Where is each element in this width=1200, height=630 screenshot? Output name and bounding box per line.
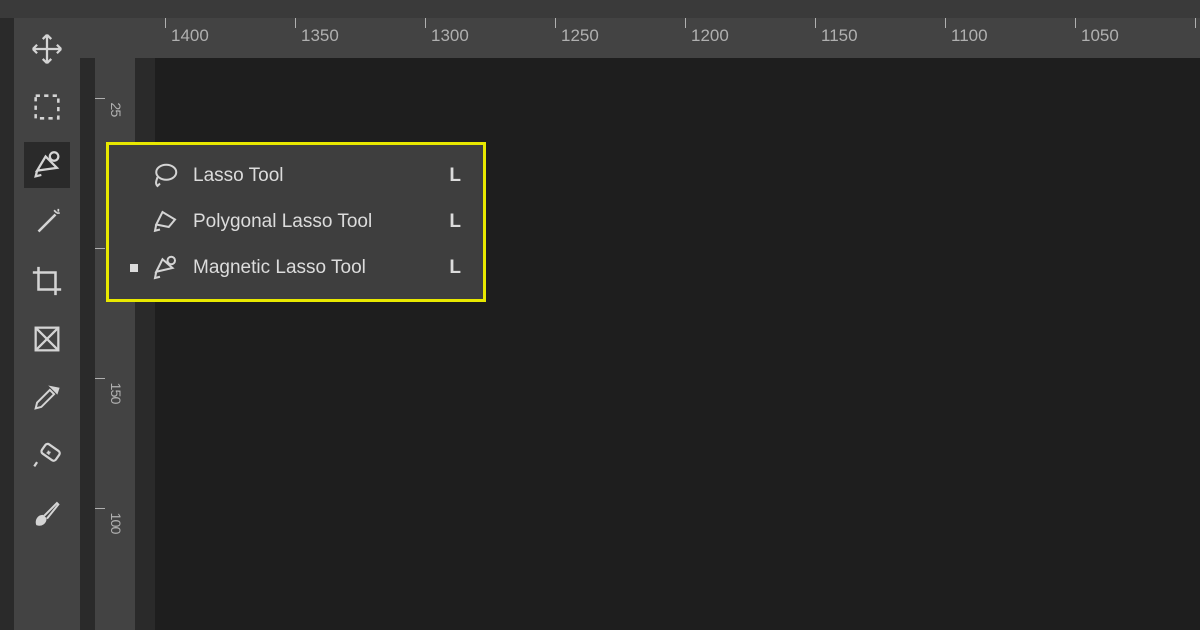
horizontal-ruler[interactable]: 1400 1350 1300 1250 1200 1150 1100 1050 … (95, 18, 1200, 58)
ruler-h-label: 1300 (431, 26, 469, 46)
flyout-selected-indicator (125, 264, 143, 272)
frame-tool[interactable] (24, 316, 70, 362)
ruler-h-label: 1400 (171, 26, 209, 46)
flyout-item-magnetic-lasso[interactable]: Magnetic Lasso Tool L (109, 245, 483, 291)
magic-wand-tool[interactable] (24, 200, 70, 246)
tools-panel (14, 18, 80, 630)
ruler-h-label: 1200 (691, 26, 729, 46)
flyout-item-lasso[interactable]: Lasso Tool L (109, 153, 483, 199)
ruler-h-label: 1100 (951, 26, 988, 46)
lasso-tool-flyout: Lasso Tool L Polygonal Lasso Tool L Magn… (106, 142, 486, 302)
marquee-tool[interactable] (24, 84, 70, 130)
crop-tool[interactable] (24, 258, 70, 304)
healing-brush-tool[interactable] (24, 432, 70, 478)
lasso-icon (147, 158, 183, 194)
ruler-h-label: 1250 (561, 26, 599, 46)
eyedropper-tool[interactable] (24, 374, 70, 420)
ruler-h-label: 1350 (301, 26, 339, 46)
magnetic-lasso-icon (147, 250, 183, 286)
flyout-item-shortcut: L (449, 211, 467, 233)
brush-tool[interactable] (24, 490, 70, 536)
flyout-item-label: Polygonal Lasso Tool (193, 211, 449, 233)
lasso-tool[interactable] (24, 142, 70, 188)
ruler-corner (80, 18, 95, 58)
app-topbar (0, 0, 1200, 18)
flyout-item-label: Lasso Tool (193, 165, 449, 187)
flyout-item-shortcut: L (449, 257, 467, 279)
flyout-item-shortcut: L (449, 165, 467, 187)
flyout-item-polygonal-lasso[interactable]: Polygonal Lasso Tool L (109, 199, 483, 245)
ruler-v-label: 150 (107, 383, 123, 404)
flyout-item-label: Magnetic Lasso Tool (193, 257, 449, 279)
ruler-h-label: 1150 (821, 26, 858, 46)
move-tool[interactable] (24, 26, 70, 72)
ruler-h-label: 1050 (1081, 26, 1119, 46)
ruler-v-label: 25 (107, 102, 123, 116)
polygonal-lasso-icon (147, 204, 183, 240)
ruler-v-label: 100 (107, 513, 123, 534)
